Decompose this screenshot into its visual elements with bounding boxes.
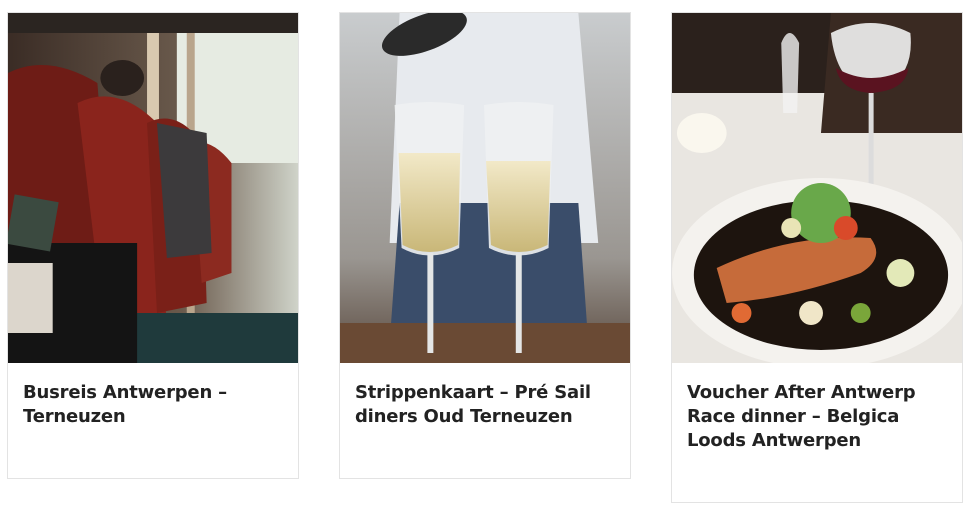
product-image-dish[interactable] — [672, 13, 962, 363]
product-card-voucher[interactable]: Voucher After Antwerp Race dinner – Belg… — [671, 12, 963, 503]
product-image-champagne[interactable] — [340, 13, 630, 363]
product-grid: Busreis Antwerpen – Terneuzen Strippenka… — [0, 0, 969, 516]
salmon-dish-image — [672, 13, 962, 363]
product-card-strippenkaart[interactable]: Strippenkaart – Pré Sail diners Oud Tern… — [339, 12, 631, 479]
champagne-glasses-image — [340, 13, 630, 363]
bus-interior-image — [8, 13, 298, 363]
product-card-busreis[interactable]: Busreis Antwerpen – Terneuzen — [7, 12, 299, 479]
product-title[interactable]: Strippenkaart – Pré Sail diners Oud Tern… — [355, 381, 615, 429]
product-title[interactable]: Voucher After Antwerp Race dinner – Belg… — [687, 381, 947, 453]
product-image-bus[interactable] — [8, 13, 298, 363]
product-title[interactable]: Busreis Antwerpen – Terneuzen — [23, 381, 283, 429]
